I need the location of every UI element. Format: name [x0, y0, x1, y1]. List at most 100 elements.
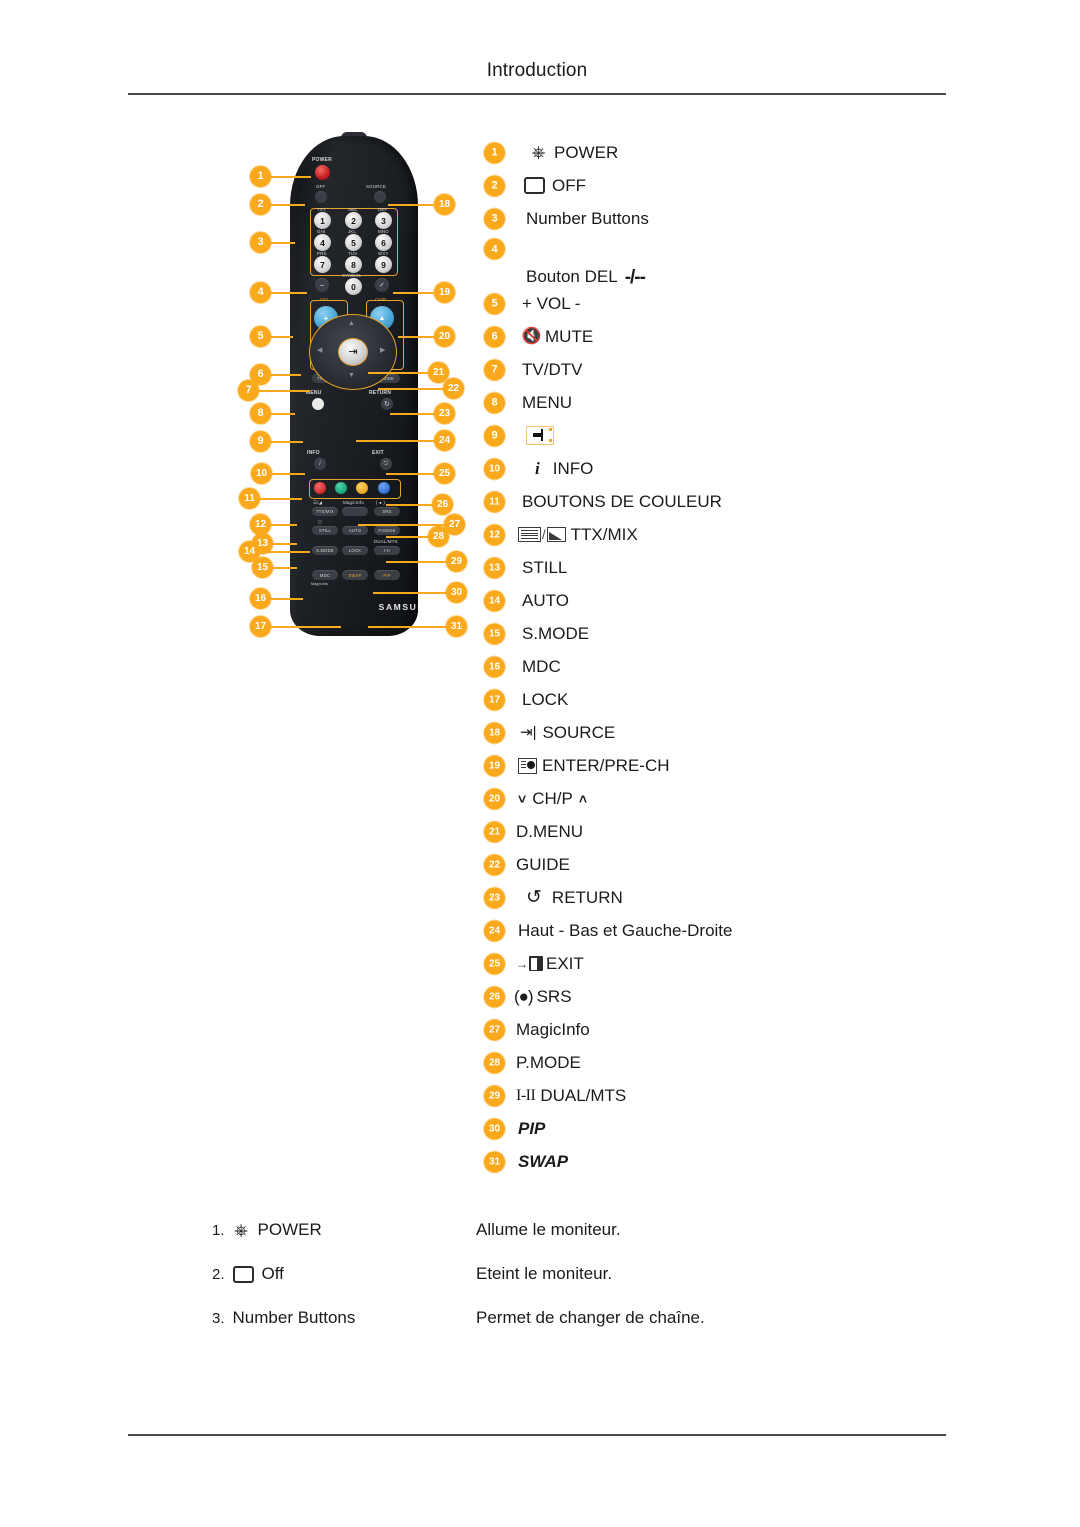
- legend-badge: 31: [484, 1151, 505, 1172]
- remote-ttx-sublabel: ☰/◢: [313, 500, 323, 505]
- remote-lock-button[interactable]: LOCK: [342, 546, 368, 555]
- off-icon: [524, 177, 545, 194]
- remote-callout-20: 20: [434, 326, 455, 347]
- remote-auto-button[interactable]: AUTO: [342, 526, 368, 535]
- legend-label: SWAP: [518, 1151, 569, 1171]
- remote-yellow-button[interactable]: [356, 482, 368, 494]
- legend-item: 26 (●) SRS: [484, 980, 1004, 1013]
- legend-item: 10 i INFO: [484, 452, 1004, 485]
- footer-divider: [128, 1434, 946, 1436]
- remote-power-label: POWER: [312, 157, 332, 163]
- dpad-right-arrow[interactable]: ▶: [380, 346, 385, 354]
- legend-badge: 5: [484, 293, 505, 314]
- legend-label: POWER: [554, 142, 619, 162]
- table-cell-key: 3. Number Buttons: [212, 1308, 476, 1328]
- legend-badge: 27: [484, 1019, 505, 1040]
- remote-num-3[interactable]: 3: [375, 212, 392, 229]
- legend-item: 13 STILL: [484, 551, 1004, 584]
- table-cell-value: Allume le moniteur.: [476, 1220, 621, 1239]
- remote-menu-button[interactable]: [312, 398, 324, 410]
- power-icon: ⎈: [531, 143, 546, 162]
- legend-label: MagicInfo: [516, 1019, 590, 1039]
- table-row: 2. Off Eteint le moniteur.: [212, 1252, 952, 1296]
- legend-item: 6 🔇 MUTE: [484, 320, 1004, 353]
- legend-label: Haut - Bas et Gauche-Droite: [518, 920, 733, 940]
- remote-callout-29: 29: [446, 551, 467, 572]
- remote-dualmts-button[interactable]: I-II: [374, 546, 400, 555]
- remote-num-7[interactable]: 7: [314, 256, 331, 273]
- remote-num-sub-7: PRS: [317, 251, 327, 256]
- remote-info-button[interactable]: i: [314, 458, 326, 470]
- remote-num-4[interactable]: 4: [314, 234, 331, 251]
- legend-item: 8 MENU: [484, 386, 1004, 419]
- legend-item: 18 ⇥| SOURCE: [484, 716, 1004, 749]
- remote-pip-button[interactable]: PIP: [374, 570, 400, 580]
- remote-num-6[interactable]: 6: [375, 234, 392, 251]
- remote-num-sub-3: DEF: [378, 207, 388, 212]
- remote-swap-button[interactable]: SWAP: [342, 570, 368, 580]
- remote-return-button[interactable]: ↻: [381, 398, 393, 410]
- remote-num-1[interactable]: 1: [314, 212, 331, 229]
- legend-label: LOCK: [522, 689, 569, 709]
- legend-item: 25 → EXIT: [484, 947, 1004, 980]
- remote-blue-button[interactable]: [378, 482, 390, 494]
- remote-num-2[interactable]: 2: [345, 212, 362, 229]
- remote-num-0[interactable]: 0: [345, 278, 362, 295]
- remote-num-8[interactable]: 8: [345, 256, 362, 273]
- dpad-up-arrow[interactable]: ▲: [348, 320, 355, 327]
- leader-line: [261, 626, 341, 628]
- remote-still-button[interactable]: STILL: [312, 526, 338, 535]
- remote-callout-23: 23: [434, 403, 455, 424]
- remote-smode-button[interactable]: S.MODE: [312, 546, 338, 555]
- legend-label: DUAL/MTS: [540, 1085, 627, 1105]
- legend-badge: 30: [484, 1118, 505, 1139]
- remote-ttxmix-button[interactable]: TTX/MIX: [312, 507, 338, 516]
- remote-magicinfo-button[interactable]: [342, 507, 368, 516]
- legend-item: 20 ˅ CH/P ˄: [484, 782, 1004, 815]
- legend-badge: 16: [484, 656, 505, 677]
- table-row: 3. Number Buttons Permet de changer de c…: [212, 1296, 952, 1340]
- row-number: 2.: [212, 1265, 225, 1283]
- remote-srs-button[interactable]: SRS: [374, 507, 400, 516]
- legend-badge: 13: [484, 557, 505, 578]
- dpad-down-arrow[interactable]: ▼: [348, 372, 355, 379]
- remote-callout-24: 24: [434, 430, 455, 451]
- remote-num-9[interactable]: 9: [375, 256, 392, 273]
- remote-callout-19: 19: [434, 282, 455, 303]
- srs-icon: (●): [514, 987, 534, 1006]
- remote-chp-label: CH/P: [375, 297, 387, 302]
- legend-label: GUIDE: [516, 854, 570, 874]
- remote-enter-prech-button[interactable]: ✓: [375, 278, 389, 292]
- legend-badge: 4: [484, 238, 505, 260]
- page-header: Introduction: [128, 60, 946, 104]
- remote-red-button[interactable]: [314, 482, 326, 494]
- legend-item: 15 S.MODE: [484, 617, 1004, 650]
- chevron-down-icon: ˅: [518, 790, 527, 807]
- remote-control-illustration: 1 2 3 4 5 6 7 8 9 10 11 12 13 14 15 16 1…: [238, 132, 470, 640]
- remote-still-sublabel: ◻: [318, 519, 322, 524]
- remote-mdc-button[interactable]: MDC: [312, 570, 338, 580]
- remote-callout-25: 25: [434, 463, 455, 484]
- remote-callout-3: 3: [250, 232, 271, 253]
- remote-green-button[interactable]: [335, 482, 347, 494]
- remote-callout-31: 31: [446, 616, 467, 637]
- remote-source-button[interactable]: [374, 191, 386, 203]
- remote-vol-label: VOL: [320, 297, 330, 302]
- legend-badge: 17: [484, 689, 505, 710]
- legend-label: BOUTONS DE COULEUR: [522, 491, 722, 511]
- remote-enter-button[interactable]: ⇥: [338, 338, 368, 366]
- remote-power-button[interactable]: [315, 165, 330, 180]
- remote-del-button[interactable]: −: [315, 278, 329, 292]
- legend-label: MUTE: [545, 326, 594, 346]
- legend-label: S.MODE: [522, 623, 590, 643]
- remote-off-button[interactable]: [315, 191, 327, 203]
- row-number: 1.: [212, 1221, 225, 1239]
- remote-num-5[interactable]: 5: [345, 234, 362, 251]
- remote-exit-button[interactable]: ⎋: [380, 458, 392, 470]
- remote-num-sub-1: TXT: [317, 207, 326, 212]
- legend-label: OFF: [552, 175, 586, 195]
- dpad-left-arrow[interactable]: ◀: [317, 346, 322, 354]
- legend-badge: 14: [484, 590, 505, 611]
- remote-pmode-button[interactable]: P.MODE: [374, 526, 400, 535]
- remote-callout-12: 12: [250, 514, 271, 535]
